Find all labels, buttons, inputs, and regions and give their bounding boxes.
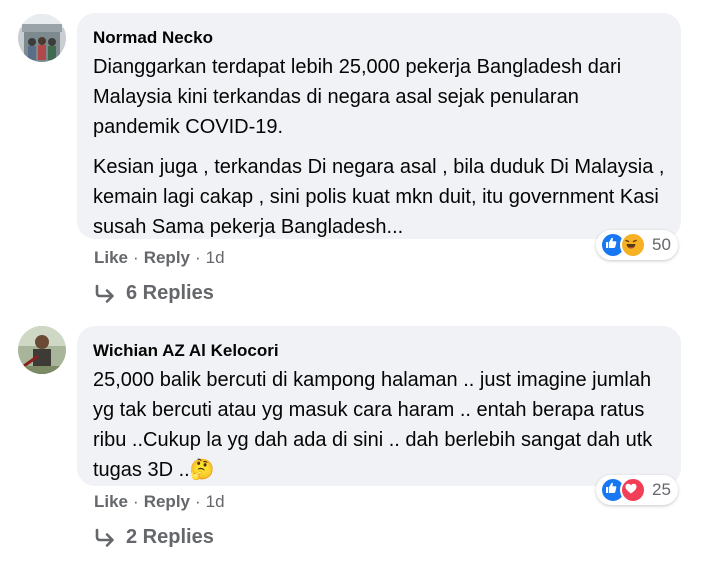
like-link[interactable]: Like — [94, 248, 128, 268]
comment-text: 25,000 balik bercuti di kampong halaman … — [93, 365, 665, 485]
separator: · — [133, 492, 139, 511]
comment-actions: Like · Reply · 1d — [94, 492, 225, 512]
comment-paragraph: Dianggarkan terdapat lebih 25,000 pekerj… — [93, 56, 622, 138]
reply-link[interactable]: Reply — [144, 492, 190, 512]
comment-bubble: Normad Necko Dianggarkan terdapat lebih … — [77, 13, 681, 239]
reaction-count: 50 — [652, 235, 671, 254]
comment-paragraph: 25,000 balik bercuti di kampong halaman … — [93, 369, 653, 481]
replies-count-label: 2 Replies — [126, 526, 214, 548]
separator: · — [195, 248, 201, 267]
reply-arrow-icon — [95, 284, 114, 303]
reply-arrow-icon — [95, 528, 114, 547]
avatar[interactable] — [18, 14, 66, 62]
reactions-summary[interactable]: 50 — [596, 230, 678, 260]
replies-count-label: 6 Replies — [126, 282, 214, 304]
comment-paragraph: Kesian juga , terkandas Di negara asal ,… — [93, 156, 665, 238]
comment-author[interactable]: Wichian AZ Al Kelocori — [93, 340, 665, 362]
avatar[interactable] — [18, 326, 66, 374]
comment-actions: Like · Reply · 1d — [94, 248, 225, 268]
comment-text: Dianggarkan terdapat lebih 25,000 pekerj… — [93, 52, 665, 242]
comment-bubble: Wichian AZ Al Kelocori 25,000 balik berc… — [77, 326, 681, 486]
separator: · — [195, 492, 201, 511]
reactions-summary[interactable]: 25 — [596, 475, 678, 505]
comment-author[interactable]: Normad Necko — [93, 27, 665, 49]
reply-link[interactable]: Reply — [144, 248, 190, 268]
timestamp[interactable]: 1d — [206, 248, 225, 268]
haha-icon — [620, 232, 646, 258]
timestamp[interactable]: 1d — [206, 492, 225, 512]
view-replies-button[interactable]: 6 Replies — [94, 282, 214, 305]
love-icon — [620, 477, 646, 503]
reaction-count: 25 — [652, 480, 671, 499]
like-link[interactable]: Like — [94, 492, 128, 512]
view-replies-button[interactable]: 2 Replies — [94, 526, 214, 549]
separator: · — [133, 248, 139, 267]
